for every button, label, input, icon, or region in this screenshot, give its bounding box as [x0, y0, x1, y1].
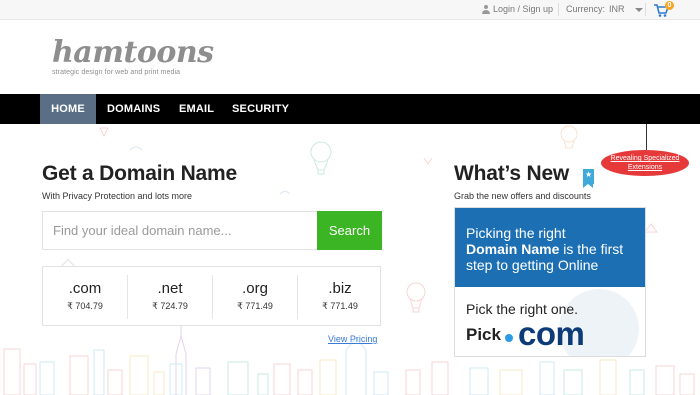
nav-item-home[interactable]: HOME: [40, 94, 96, 124]
promo-bold-text: Domain Name: [466, 241, 560, 257]
tld-item-biz[interactable]: .biz ₹ 771.49: [298, 267, 382, 325]
tld-item-net[interactable]: .net ₹ 724.79: [128, 267, 212, 325]
domain-section-title: Get a Domain Name: [42, 162, 237, 185]
login-label: Login / Sign up: [493, 4, 554, 14]
dot-icon: [505, 334, 513, 342]
bookmark-star-icon: ★: [583, 169, 594, 188]
domain-search-form: Search: [42, 211, 382, 250]
promo-banner[interactable]: Picking the right Domain Name is the fir…: [454, 207, 646, 357]
logo-brand: hamtoons: [52, 35, 214, 70]
tld-item-org[interactable]: .org ₹ 771.49: [213, 267, 297, 325]
promo-com: com: [518, 315, 585, 352]
tld-name: .org: [242, 280, 268, 297]
nav-item-domains[interactable]: DOMAINS: [107, 94, 160, 124]
promo-headline: Picking the right Domain Name is the fir…: [455, 208, 645, 287]
tld-price-list: .com ₹ 704.79 .net ₹ 724.79 .org ₹ 771.4…: [42, 266, 381, 326]
tld-name: .biz: [328, 280, 352, 297]
cart-button[interactable]: 0: [654, 1, 674, 18]
main-nav: HOME DOMAINS EMAIL SECURITY: [0, 94, 700, 124]
promo-line-3: step to getting Online: [466, 257, 599, 273]
promo-line-1: Picking the right: [466, 225, 566, 241]
tld-item-com[interactable]: .com ₹ 704.79: [43, 267, 127, 325]
chevron-down-icon: [634, 7, 643, 12]
tld-name: .net: [157, 280, 183, 297]
currency-selector[interactable]: Currency: INR: [566, 4, 643, 14]
search-button[interactable]: Search: [317, 211, 382, 250]
promo-pick: Pick: [466, 325, 501, 344]
currency-label: Currency:: [566, 4, 606, 14]
tld-price: ₹ 724.79: [152, 301, 188, 311]
tag-line-2: Extensions: [627, 164, 663, 171]
login-signup-link[interactable]: Login / Sign up: [482, 4, 553, 14]
whats-new-title: What’s New: [454, 162, 570, 185]
logo-tagline: strategic design for web and print media: [52, 69, 181, 76]
view-pricing-link[interactable]: View Pricing: [328, 334, 377, 344]
divider: [558, 3, 559, 16]
page: Login / Sign up Currency: INR 0 hamtoons…: [0, 0, 700, 395]
promo-footer: Pick the right one. Pick com: [455, 287, 645, 356]
whats-new-subtitle: Grab the new offers and discounts: [454, 191, 591, 201]
cart-count-badge: 0: [665, 1, 674, 10]
specialized-extensions-tag[interactable]: Revealing Specialized Extensions: [601, 150, 689, 176]
nav-item-security[interactable]: SECURITY: [232, 94, 289, 124]
nav-item-email[interactable]: EMAIL: [179, 94, 214, 124]
tag-string: [646, 124, 647, 150]
domain-search-input[interactable]: [43, 212, 316, 249]
site-logo[interactable]: hamtoons strategic design for web and pr…: [52, 35, 214, 77]
promo-line-2: Domain Name is the first: [466, 241, 645, 257]
tld-name: .com: [68, 280, 102, 297]
tld-price: ₹ 771.49: [237, 301, 273, 311]
promo-line-2-rest: is the first: [559, 241, 624, 257]
user-icon: [482, 4, 490, 14]
divider: [645, 3, 646, 16]
domain-section-subtitle: With Privacy Protection and lots more: [42, 191, 193, 201]
tld-price: ₹ 771.49: [322, 301, 358, 311]
tag-line-1: Revealing Specialized: [610, 155, 680, 162]
tld-price: ₹ 704.79: [67, 301, 103, 311]
top-utility-bar: Login / Sign up Currency: INR 0: [0, 0, 700, 20]
currency-value: INR: [609, 4, 625, 14]
